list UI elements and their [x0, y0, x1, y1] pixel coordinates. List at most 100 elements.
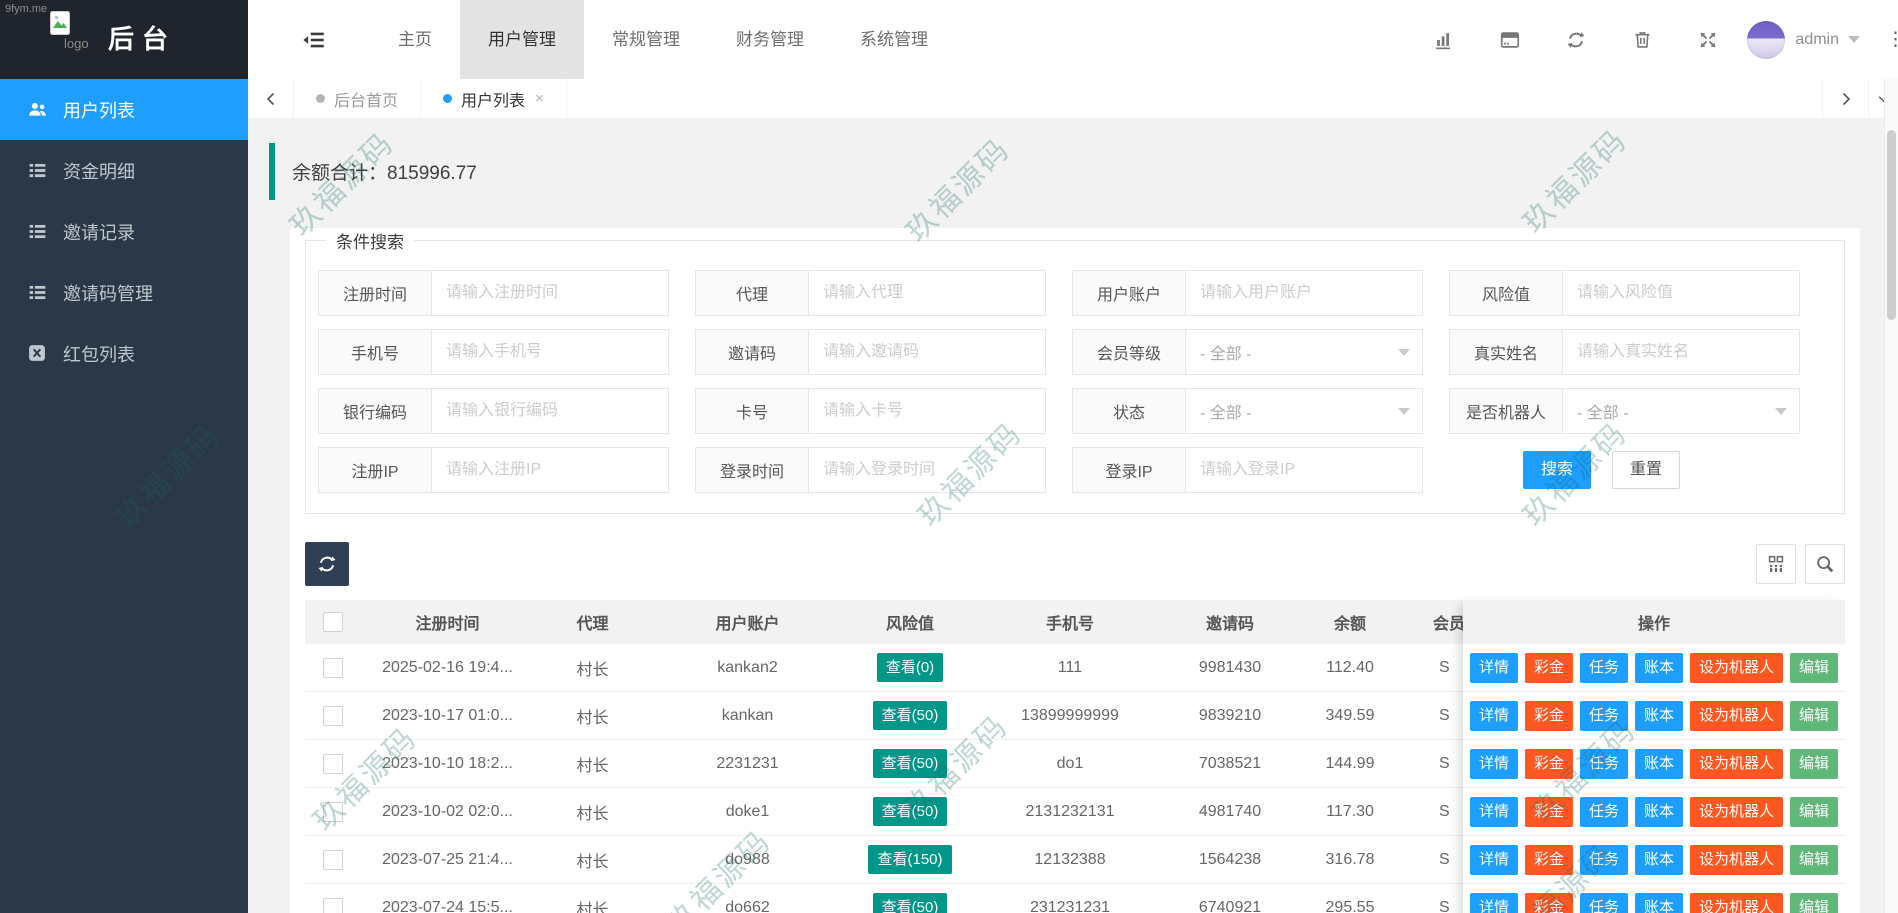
card-icon[interactable]: [1477, 0, 1543, 79]
action-button-账本[interactable]: 账本: [1635, 700, 1684, 731]
table-refresh-button[interactable]: [305, 542, 349, 586]
kebab-menu-icon[interactable]: ⋮: [1886, 28, 1898, 51]
action-button-彩金[interactable]: 彩金: [1524, 748, 1573, 779]
reset-button[interactable]: 重置: [1611, 451, 1680, 489]
action-button-任务[interactable]: 任务: [1579, 652, 1628, 683]
risk-view-button[interactable]: 查看(50): [872, 701, 948, 730]
scrollbar-thumb[interactable]: [1887, 130, 1896, 320]
action-button-详情[interactable]: 详情: [1469, 844, 1518, 875]
tab-item[interactable]: 后台首页: [294, 79, 422, 118]
columns-filter-icon[interactable]: [1756, 544, 1796, 584]
action-button-设为机器人[interactable]: 设为机器人: [1690, 700, 1784, 731]
field-input[interactable]: [823, 284, 1031, 302]
action-button-设为机器人[interactable]: 设为机器人: [1690, 652, 1784, 683]
field-input[interactable]: [823, 402, 1031, 420]
action-button-任务[interactable]: 任务: [1579, 844, 1628, 875]
action-button-账本[interactable]: 账本: [1635, 796, 1684, 827]
top-nav-item[interactable]: 用户管理: [460, 0, 584, 79]
row-checkbox[interactable]: [322, 849, 343, 870]
action-button-详情[interactable]: 详情: [1469, 748, 1518, 779]
action-button-详情[interactable]: 详情: [1469, 652, 1518, 683]
sidebar-item[interactable]: 红包列表: [0, 323, 248, 384]
search-button[interactable]: 搜索: [1522, 451, 1591, 489]
risk-view-button[interactable]: 查看(50): [872, 749, 948, 778]
tab-close-icon[interactable]: ×: [535, 90, 544, 107]
field-select[interactable]: - 全部 -: [1186, 329, 1423, 375]
field-input[interactable]: [823, 343, 1031, 361]
field-input[interactable]: [1577, 284, 1785, 302]
field-select[interactable]: - 全部 -: [1563, 388, 1800, 434]
field-input[interactable]: [1200, 284, 1408, 302]
top-nav-item[interactable]: 常规管理: [584, 0, 708, 79]
field-input[interactable]: [1577, 343, 1785, 361]
field-input[interactable]: [446, 402, 654, 420]
field-input[interactable]: [823, 461, 1031, 479]
action-button-账本[interactable]: 账本: [1635, 844, 1684, 875]
row-checkbox[interactable]: [322, 753, 343, 774]
action-button-详情[interactable]: 详情: [1469, 796, 1518, 827]
tabs-scroll-left-icon[interactable]: [248, 79, 294, 118]
tabs-scroll-right-icon[interactable]: [1822, 79, 1868, 118]
field-input[interactable]: [446, 343, 654, 361]
field-input[interactable]: [1200, 461, 1408, 479]
condition-search-legend: 条件搜索: [336, 233, 404, 252]
chart-icon[interactable]: [1411, 0, 1477, 79]
risk-view-button[interactable]: 查看(50): [872, 893, 948, 913]
action-button-任务[interactable]: 任务: [1579, 748, 1628, 779]
action-button-编辑[interactable]: 编辑: [1790, 652, 1839, 683]
risk-view-button[interactable]: 查看(50): [872, 797, 948, 826]
action-button-彩金[interactable]: 彩金: [1524, 700, 1573, 731]
refresh-icon[interactable]: [1543, 0, 1609, 79]
user-dropdown-caret-icon[interactable]: [1848, 36, 1860, 43]
field-select[interactable]: - 全部 -: [1186, 388, 1423, 434]
user-name[interactable]: admin: [1795, 31, 1839, 49]
field-input[interactable]: [446, 461, 654, 479]
action-button-编辑[interactable]: 编辑: [1790, 796, 1839, 827]
sidebar-item[interactable]: 邀请记录: [0, 201, 248, 262]
select-all-checkbox[interactable]: [322, 612, 343, 632]
fullscreen-icon[interactable]: [1675, 0, 1741, 79]
field-input[interactable]: [446, 284, 654, 302]
action-button-编辑[interactable]: 编辑: [1790, 748, 1839, 779]
action-button-设为机器人[interactable]: 设为机器人: [1690, 748, 1784, 779]
action-button-账本[interactable]: 账本: [1635, 892, 1684, 913]
action-button-设为机器人[interactable]: 设为机器人: [1690, 796, 1784, 827]
action-button-账本[interactable]: 账本: [1635, 748, 1684, 779]
top-nav-item[interactable]: 系统管理: [832, 0, 956, 79]
top-nav-item[interactable]: 主页: [370, 0, 460, 79]
sidebar-item[interactable]: 用户列表: [0, 79, 248, 140]
action-button-编辑[interactable]: 编辑: [1790, 844, 1839, 875]
sidebar-item[interactable]: 资金明细: [0, 140, 248, 201]
action-button-详情[interactable]: 详情: [1469, 700, 1518, 731]
magnifier-icon[interactable]: [1805, 544, 1845, 584]
menu-collapse-icon[interactable]: [301, 27, 327, 53]
action-button-编辑[interactable]: 编辑: [1790, 892, 1839, 913]
action-button-设为机器人[interactable]: 设为机器人: [1690, 844, 1784, 875]
page-scrollbar[interactable]: [1884, 79, 1898, 913]
top-nav-item[interactable]: 财务管理: [708, 0, 832, 79]
risk-view-button[interactable]: 查看(150): [868, 845, 952, 874]
tab-item[interactable]: 用户列表 ×: [421, 79, 567, 118]
action-button-彩金[interactable]: 彩金: [1524, 652, 1573, 683]
action-row: 详情 彩金 任务 账本 设为机器人 编辑: [1463, 788, 1845, 836]
action-button-详情[interactable]: 详情: [1469, 892, 1518, 913]
trash-icon[interactable]: [1609, 0, 1675, 79]
row-checkbox[interactable]: [322, 801, 343, 822]
action-button-彩金[interactable]: 彩金: [1524, 892, 1573, 913]
action-button-彩金[interactable]: 彩金: [1524, 796, 1573, 827]
action-button-彩金[interactable]: 彩金: [1524, 844, 1573, 875]
action-button-任务[interactable]: 任务: [1579, 700, 1628, 731]
sidebar-item[interactable]: 邀请码管理: [0, 262, 248, 323]
row-checkbox[interactable]: [322, 897, 343, 913]
row-checkbox[interactable]: [322, 657, 343, 678]
risk-view-button[interactable]: 查看(0): [876, 653, 944, 682]
action-button-任务[interactable]: 任务: [1579, 892, 1628, 913]
user-avatar[interactable]: [1747, 20, 1786, 59]
table-cell: 316.78: [1325, 850, 1375, 868]
action-button-设为机器人[interactable]: 设为机器人: [1690, 892, 1784, 913]
action-button-任务[interactable]: 任务: [1579, 796, 1628, 827]
search-field-group: 会员等级 - 全部 -: [1072, 329, 1423, 375]
action-button-编辑[interactable]: 编辑: [1790, 700, 1839, 731]
row-checkbox[interactable]: [322, 705, 343, 726]
action-button-账本[interactable]: 账本: [1635, 652, 1684, 683]
